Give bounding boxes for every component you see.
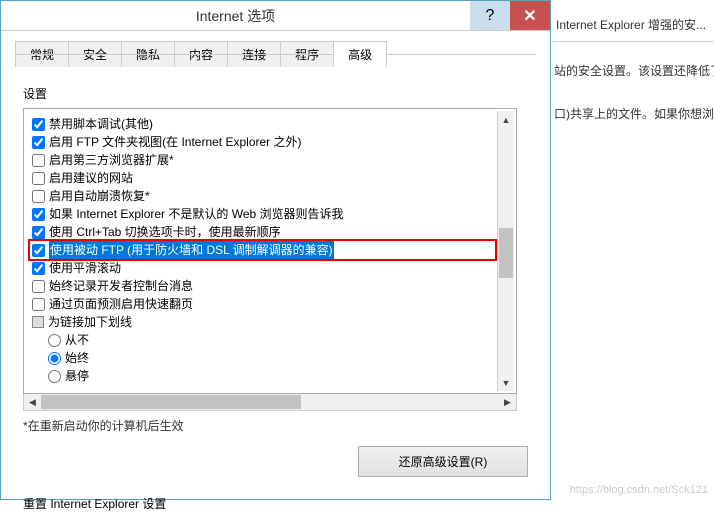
checkbox-input[interactable] bbox=[32, 118, 45, 131]
setting-item[interactable]: 启用自动崩溃恢复* bbox=[32, 187, 495, 205]
background-title: Internet Explorer 增强的安... bbox=[552, 10, 714, 42]
scroll-down-button[interactable]: ▼ bbox=[498, 374, 514, 391]
setting-label: 如果 Internet Explorer 不是默认的 Web 浏览器则告诉我 bbox=[49, 205, 344, 223]
scroll-thumb-horizontal[interactable] bbox=[41, 395, 301, 409]
settings-tree: 禁用脚本调试(其他)启用 FTP 文件夹视图(在 Internet Explor… bbox=[23, 108, 517, 394]
scroll-left-button[interactable]: ◀ bbox=[24, 394, 41, 410]
settings-group-label: 设置 bbox=[23, 85, 528, 102]
vertical-scrollbar[interactable]: ▲ ▼ bbox=[497, 111, 514, 391]
setting-label: 使用 Ctrl+Tab 切换选项卡时，使用最新顺序 bbox=[49, 223, 281, 241]
setting-item[interactable]: 使用 Ctrl+Tab 切换选项卡时，使用最新顺序 bbox=[32, 223, 495, 241]
setting-label: 始终 bbox=[65, 349, 89, 367]
close-button[interactable]: ✕ bbox=[510, 1, 550, 30]
restore-defaults-button[interactable]: 还原高级设置(R) bbox=[358, 446, 528, 477]
setting-item[interactable]: 悬停 bbox=[32, 367, 495, 385]
titlebar: Internet 选项 ? ✕ bbox=[1, 1, 550, 31]
radio-input[interactable] bbox=[48, 370, 61, 383]
restart-note: *在重新启动你的计算机后生效 bbox=[23, 417, 528, 434]
dialog-title: Internet 选项 bbox=[1, 6, 470, 26]
setting-label: 禁用脚本调试(其他) bbox=[49, 115, 153, 133]
setting-label: 启用建议的网站 bbox=[49, 169, 133, 187]
watermark: https://blog.csdn.net/Sck121 bbox=[570, 484, 708, 496]
checkbox-input[interactable] bbox=[32, 172, 45, 185]
setting-item[interactable]: 启用建议的网站 bbox=[32, 169, 495, 187]
checkbox-input[interactable] bbox=[32, 208, 45, 221]
horizontal-scrollbar[interactable]: ◀ ▶ bbox=[23, 394, 517, 411]
setting-item[interactable]: 从不 bbox=[32, 331, 495, 349]
help-button[interactable]: ? bbox=[470, 1, 510, 30]
setting-item[interactable]: 始终 bbox=[32, 349, 495, 367]
checkbox-input[interactable] bbox=[32, 280, 45, 293]
checkbox-input[interactable] bbox=[32, 262, 45, 275]
setting-label: 启用 FTP 文件夹视图(在 Internet Explorer 之外) bbox=[49, 133, 302, 151]
setting-item[interactable]: 为链接加下划线 bbox=[32, 313, 495, 331]
tab-6[interactable]: 高级 bbox=[333, 41, 387, 67]
setting-label: 始终记录开发者控制台消息 bbox=[49, 277, 193, 295]
checkbox-input[interactable] bbox=[32, 298, 45, 311]
reset-group-label: 重置 Internet Explorer 设置 bbox=[23, 495, 528, 512]
setting-label: 为链接加下划线 bbox=[48, 313, 132, 331]
setting-label: 从不 bbox=[65, 331, 89, 349]
checkbox-input[interactable] bbox=[32, 154, 45, 167]
setting-item[interactable]: 禁用脚本调试(其他) bbox=[32, 115, 495, 133]
internet-options-dialog: Internet 选项 ? ✕ 常规安全隐私内容连接程序高级 设置 禁用脚本调试… bbox=[0, 0, 551, 500]
tree-node-icon bbox=[32, 316, 44, 328]
background-text-1: 站的安全设置。该设置还降低了你的服务 bbox=[552, 42, 714, 85]
setting-item[interactable]: 使用平滑滚动 bbox=[32, 259, 495, 277]
setting-label: 通过页面预测启用快速翻页 bbox=[49, 295, 193, 313]
checkbox-input[interactable] bbox=[32, 190, 45, 203]
background-window: Internet Explorer 增强的安... 站的安全设置。该设置还降低了… bbox=[552, 10, 714, 128]
checkbox-input[interactable] bbox=[32, 136, 45, 149]
scroll-right-button[interactable]: ▶ bbox=[499, 394, 516, 410]
scroll-thumb-vertical[interactable] bbox=[499, 228, 513, 278]
checkbox-input[interactable] bbox=[32, 244, 45, 257]
setting-item[interactable]: 通过页面预测启用快速翻页 bbox=[32, 295, 495, 313]
radio-input[interactable] bbox=[48, 352, 61, 365]
setting-item[interactable]: 始终记录开发者控制台消息 bbox=[32, 277, 495, 295]
setting-label: 悬停 bbox=[65, 367, 89, 385]
setting-item[interactable]: 如果 Internet Explorer 不是默认的 Web 浏览器则告诉我 bbox=[32, 205, 495, 223]
radio-input[interactable] bbox=[48, 334, 61, 347]
setting-item[interactable]: 启用 FTP 文件夹视图(在 Internet Explorer 之外) bbox=[32, 133, 495, 151]
tab-strip: 常规安全隐私内容连接程序高级 bbox=[1, 31, 550, 67]
setting-item[interactable]: 使用被动 FTP (用于防火墙和 DSL 调制解调器的兼容) bbox=[30, 241, 495, 259]
setting-label: 启用自动崩溃恢复* bbox=[49, 187, 150, 205]
scroll-up-button[interactable]: ▲ bbox=[498, 111, 514, 128]
setting-label: 使用平滑滚动 bbox=[49, 259, 121, 277]
setting-item[interactable]: 启用第三方浏览器扩展* bbox=[32, 151, 495, 169]
checkbox-input[interactable] bbox=[32, 226, 45, 239]
setting-label: 使用被动 FTP (用于防火墙和 DSL 调制解调器的兼容) bbox=[49, 241, 334, 259]
background-text-2: 口)共享上的文件。如果你想浏览一个需要使 bbox=[552, 85, 714, 128]
setting-label: 启用第三方浏览器扩展* bbox=[49, 151, 174, 169]
